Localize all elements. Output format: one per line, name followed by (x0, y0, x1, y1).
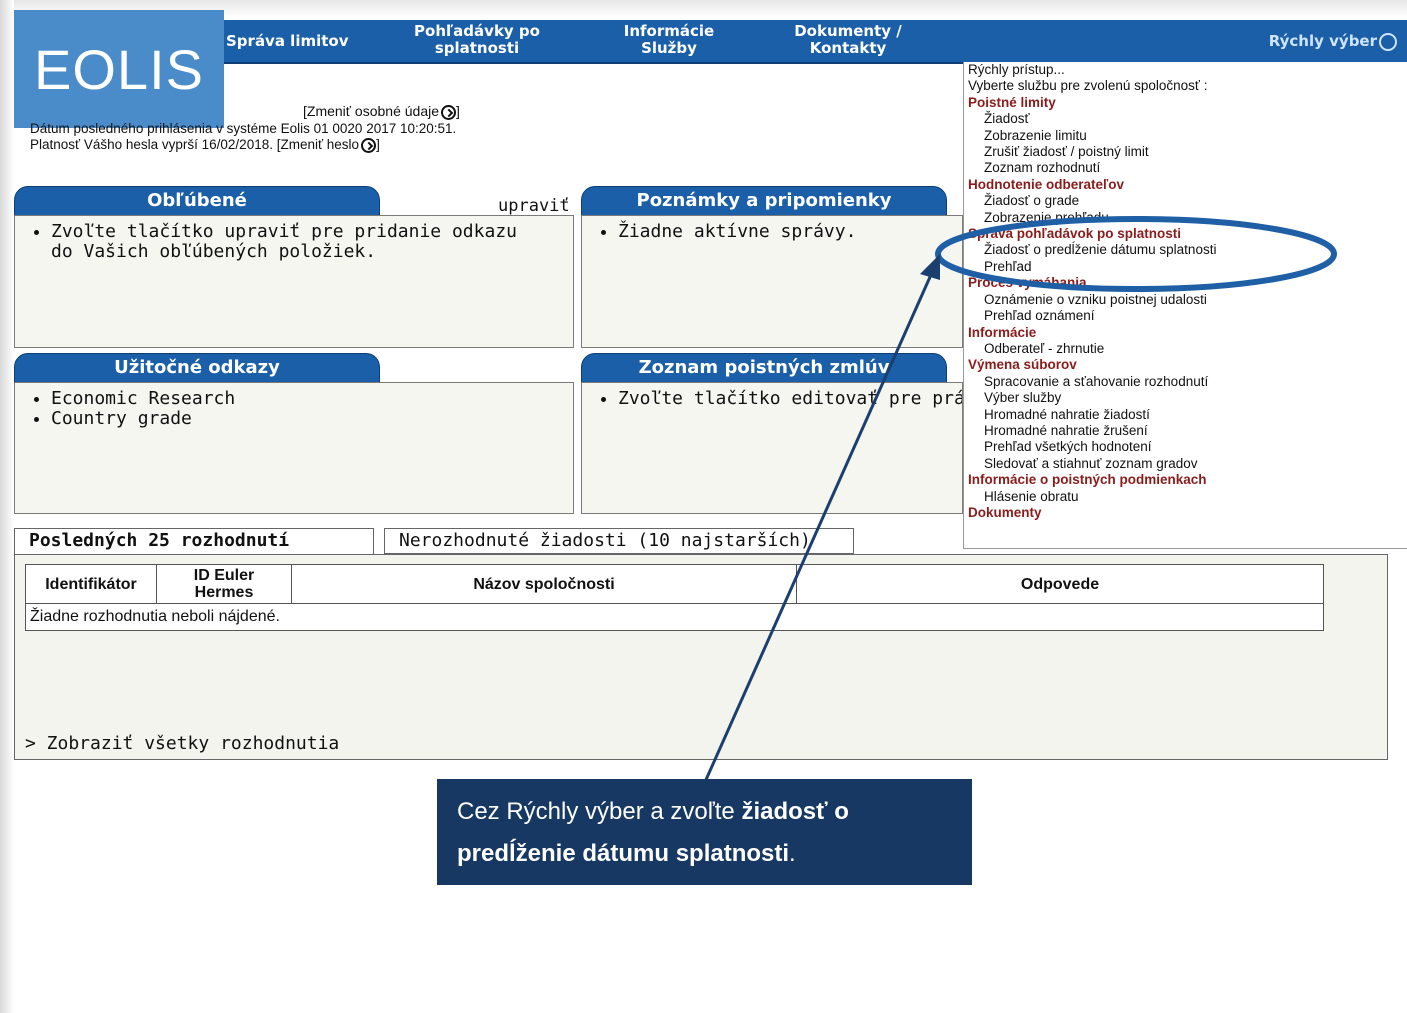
change-password-icon[interactable] (361, 137, 377, 153)
favorites-item: Zvoľte tlačítko upraviť pre pridanie odk… (51, 222, 573, 262)
qm-item-ziadost[interactable]: Žiadosť (964, 111, 1407, 127)
links-title: Užitočné odkazy (14, 353, 380, 383)
qm-section-poistne-podmienky: Informácie o poistných podmienkach (968, 472, 1207, 488)
password-expiry-end: ] (376, 137, 380, 152)
change-personal-link[interactable]: [Zmeniť osobné údaje] (303, 103, 460, 120)
callout-end: . (789, 840, 796, 867)
qm-item-ziadost-o-grade[interactable]: Žiadosť o grade (964, 193, 1407, 209)
qm-item-vyber-sluzby[interactable]: Výber služby (964, 390, 1407, 406)
qm-section-poistne-limity: Poistné limity (968, 94, 1056, 110)
quick-select-menu: Rýchly prístup... Vyberte službu pre zvo… (963, 62, 1407, 549)
col-nazov-spolocnosti: Názov spoločnosti (291, 564, 797, 604)
favorites-line1: Zvoľte tlačítko upraviť pre pridanie odk… (51, 221, 517, 242)
notes-panel: Žiadne aktívne správy. (581, 215, 963, 348)
nav-informacie-line2: Služby (641, 39, 697, 57)
password-expiry: Platnosť Vášho hesla vyprší 16/02/2018. … (30, 137, 380, 153)
arrow-right-circle-icon (441, 104, 457, 120)
decisions-panel: Identifikátor ID Euler Hermes Názov spolo… (14, 554, 1388, 760)
qm-item-prehlad[interactable]: Prehľad (964, 259, 1407, 275)
qm-item-zobrazenie-prehladu[interactable]: Zobrazenie prehľadu (964, 210, 1407, 226)
empty-message: Žiadne rozhodnutia neboli nájdené. (25, 603, 1324, 631)
nav-informacie-line1: Informácie (623, 22, 715, 40)
policies-title: Zoznam poistných zmlúv (581, 353, 947, 383)
change-personal-text: [Zmeniť osobné údaje (303, 103, 440, 119)
callout-bold-2: predĺženie dátumu splatnosti (457, 840, 790, 867)
notes-item: Žiadne aktívne správy. (618, 222, 962, 242)
change-personal-end: ] (456, 103, 460, 119)
chevron-down-icon (1379, 32, 1397, 51)
col-id-euler-hermes: ID Euler Hermes (156, 564, 292, 604)
quick-menu-heading: Rýchly prístup... (968, 62, 1065, 77)
col-id-line2: Hermes (194, 584, 254, 601)
links-panel: Economic Research Country grade (14, 382, 574, 514)
qm-section-informacie: Informácie (968, 324, 1037, 340)
password-expiry-text: Platnosť Vášho hesla vyprší 16/02/2018. … (30, 137, 360, 152)
qm-item-oznamenie[interactable]: Oznámenie o vzniku poistnej udalosti (964, 292, 1407, 308)
qm-item-sledovat-gradov[interactable]: Sledovať a stiahnuť zoznam gradov (964, 456, 1407, 472)
nav-dokumenty-line1: Dokumenty / (794, 22, 902, 40)
qm-section-dokumenty[interactable]: Dokumenty (964, 505, 1407, 521)
nav-pohladavky-line1: Pohľadávky po (414, 22, 540, 40)
favorites-title: Obľúbené (14, 186, 380, 216)
qm-item-hromadne-ziadosti[interactable]: Hromadné nahratie žiadostí (964, 407, 1407, 423)
qm-item-zoznam-rozhodnuti[interactable]: Zoznam rozhodnutí (964, 160, 1407, 176)
qm-section-hodnotenie: Hodnotenie odberateľov (968, 176, 1124, 192)
qm-section-sprava-pohladavok: Správa pohľadávok po splatnosti (968, 226, 1181, 242)
instruction-callout: Cez Rýchly výber a zvoľte žiadosť o predĺ… (437, 779, 972, 885)
qm-item-hlasenie-obratu[interactable]: Hlásenie obratu (964, 489, 1407, 505)
qm-section-vymena-suborov: Výmena súborov (968, 357, 1077, 373)
last-login-text: Dátum posledného prihlásenia v systéme E… (30, 121, 457, 136)
qm-item-spracovanie[interactable]: Spracovanie a sťahovanie rozhodnutí (964, 374, 1407, 390)
notes-title: Poznámky a pripomienky (581, 186, 947, 216)
qm-item-prehlad-oznameni[interactable]: Prehľad oznámení (964, 308, 1407, 324)
col-odpovede: Odpovede (796, 564, 1324, 604)
nav-dokumenty[interactable]: Dokumenty / Kontakty (778, 23, 918, 57)
show-all-decisions-link[interactable]: > Zobraziť všetky rozhodnutia (25, 733, 339, 754)
qm-section-proces-vymahania: Proces vymáhania (968, 275, 1087, 291)
tab-pending-requests[interactable]: Nerozhodnuté žiadosti (10 najstarších) (384, 528, 854, 554)
link-economic-research[interactable]: Economic Research (51, 389, 573, 409)
qm-item-odberatel-zhrnutie[interactable]: Odberateľ - zhrnutie (964, 341, 1407, 357)
decisions-table: Identifikátor ID Euler Hermes Názov spolo… (25, 564, 1324, 631)
favorites-panel: Zvoľte tlačítko upraviť pre pridanie odk… (14, 215, 574, 348)
qm-item-predlzenie-splatnosti[interactable]: Žiadosť o predĺženie dátumu splatnosti (964, 242, 1407, 258)
link-country-grade[interactable]: Country grade (51, 409, 573, 429)
qm-item-zobrazenie-limitu[interactable]: Zobrazenie limitu (964, 128, 1407, 144)
nav-pohladavky[interactable]: Pohľadávky po splatnosti (402, 23, 552, 57)
left-shadow (0, 0, 14, 1013)
favorites-line2: do Vašich obľúbených položiek. (51, 241, 377, 262)
eolis-logo: EOLIS (14, 10, 224, 128)
table-row: Žiadne rozhodnutia neboli nájdené. (25, 603, 1324, 631)
col-identifikator: Identifikátor (25, 564, 157, 604)
col-id-line1: ID Euler (193, 567, 255, 584)
callout-text-1: Cez Rýchly výber a zvoľte (457, 798, 742, 825)
policies-panel: Zvoľte tlačítko editovať pre prá (581, 382, 963, 514)
quick-select-button[interactable]: Rýchly výber (1269, 32, 1397, 51)
tab-last-decisions[interactable]: Posledných 25 rozhodnutí (14, 528, 374, 555)
nav-pohladavky-line2: splatnosti (434, 39, 520, 57)
favorites-edit-link[interactable]: upraviť (498, 196, 570, 216)
qm-item-hromadne-zruseni[interactable]: Hromadné nahratie žrušení (964, 423, 1407, 439)
table-header-row: Identifikátor ID Euler Hermes Názov spolo… (25, 564, 1324, 604)
quick-select-label: Rýchly výber (1268, 32, 1377, 50)
policies-item: Zvoľte tlačítko editovať pre prá (618, 389, 962, 409)
callout-bold-1: žiadosť o (741, 798, 849, 825)
qm-item-zrusit-ziadost[interactable]: Zrušiť žiadosť / poistný limit (964, 144, 1407, 160)
qm-item-prehlad-hodnoteni[interactable]: Prehľad všetkých hodnotení (964, 439, 1407, 455)
nav-sprava-limitov[interactable]: Správa limitov (226, 33, 349, 50)
nav-informacie[interactable]: Informácie Služby (604, 23, 734, 57)
quick-menu-instruction: Vyberte službu pre zvolenú spoločnosť : (968, 78, 1208, 94)
nav-dokumenty-line2: Kontakty (809, 39, 887, 57)
